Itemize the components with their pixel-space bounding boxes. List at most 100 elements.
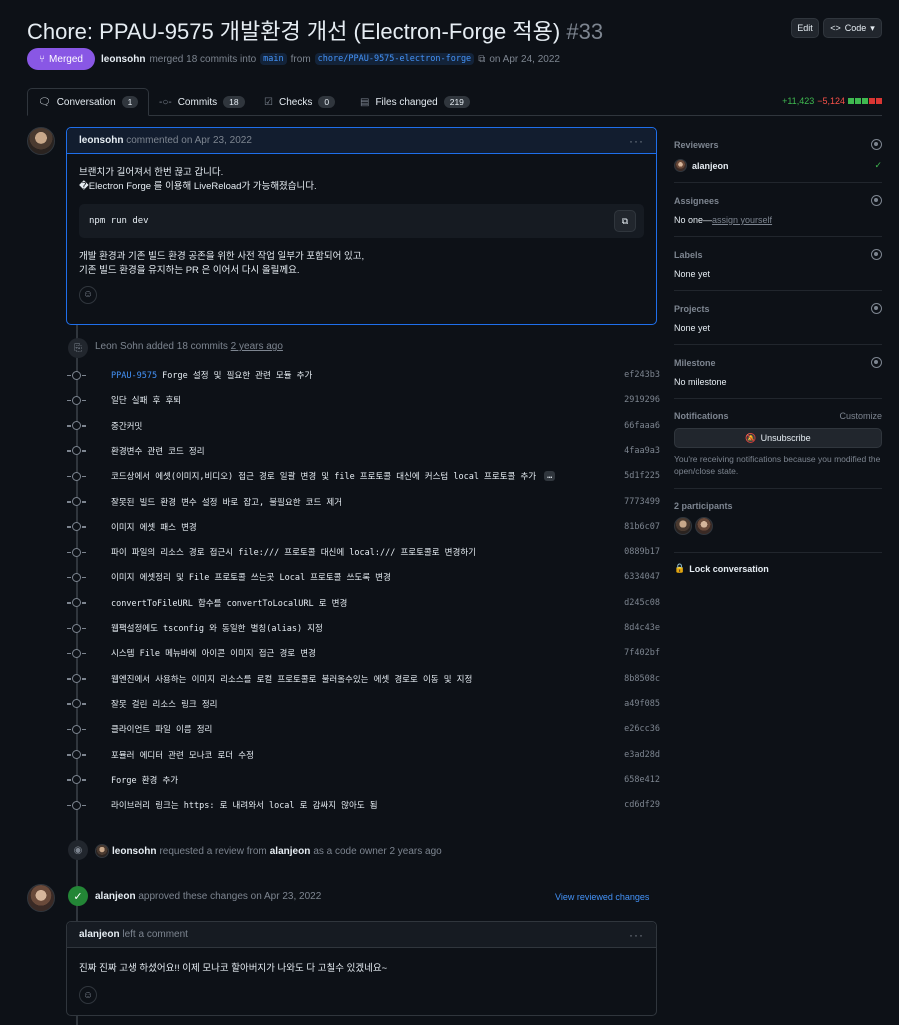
event-reviewer[interactable]: alanjeon — [270, 846, 311, 857]
avatar[interactable] — [27, 127, 55, 155]
commit-row[interactable]: PPAU-9575 Forge 설정 및 필요한 관련 모듈 추가 ef243b3 — [67, 365, 660, 385]
merge-summary: leonsohn merged 18 commits into main fro… — [101, 53, 560, 65]
expand-ellipsis-button[interactable]: … — [544, 471, 556, 482]
tab-checks[interactable]: ☑ Checks 0 — [264, 88, 336, 116]
commit-row[interactable]: Forge 환경 추가 658e412 — [67, 770, 660, 790]
commit-sha[interactable]: 7f402bf — [624, 648, 660, 658]
commit-message[interactable]: 이미지 에셋 패스 변경 — [111, 521, 197, 533]
pr-title: Chore: PPAU-9575 개발환경 개선 (Electron-Forge… — [27, 19, 561, 44]
commit-message[interactable]: 잘못된 빌드 환경 변수 설정 바로 잡고, 불필요한 코드 제거 — [111, 496, 342, 508]
base-branch[interactable]: main — [260, 53, 287, 65]
avatar[interactable] — [95, 844, 109, 858]
view-reviewed-changes-link[interactable]: View reviewed changes — [555, 892, 649, 902]
head-branch[interactable]: chore/PPAU-9575-electron-forge — [314, 53, 475, 65]
commit-row[interactable]: 웹엔진에서 사용하는 이미지 리소스를 로컬 프로토콜로 불러올수있는 에셋 경… — [67, 669, 660, 689]
commit-sha[interactable]: 8d4c43e — [624, 623, 660, 633]
comment-author[interactable]: alanjeon — [79, 929, 120, 940]
commit-row[interactable]: 파이 파일의 리소스 경로 접근시 file:/// 프로토콜 대신에 loca… — [67, 542, 660, 562]
commit-message[interactable]: 이미지 에셋정리 및 File 프로토콜 쓰는곳 Local 프로토콜 쓰도록 … — [111, 571, 391, 583]
commit-row[interactable]: 포뮬러 에디터 관련 모나코 로더 수정 e3ad28d — [67, 745, 660, 765]
commit-message[interactable]: Forge 환경 추가 — [111, 774, 178, 786]
avatar[interactable] — [674, 159, 687, 172]
commit-row[interactable]: 환경변수 관련 코드 정리 4faa9a3 — [67, 441, 660, 461]
commit-message[interactable]: 잘못 걸린 리소스 링크 정리 — [111, 698, 218, 710]
tab-commits[interactable]: -○- Commits 18 — [159, 88, 245, 116]
more-options-icon[interactable]: ··· — [629, 134, 644, 148]
commit-sha[interactable]: ef243b3 — [624, 370, 660, 380]
commit-message-text: 웹팩설정에도 tsconfig 와 동일한 별칭(alias) 지정 — [111, 624, 323, 634]
gear-icon[interactable] — [871, 357, 882, 368]
avatar[interactable] — [674, 517, 692, 535]
commit-row[interactable]: 라이브러리 링크는 https: 로 내려와서 local 로 감싸지 않아도 … — [67, 795, 660, 815]
commit-row[interactable]: 잘못 걸린 리소스 링크 정리 a49f085 — [67, 694, 660, 714]
commit-message[interactable]: 중간커밋 — [111, 420, 142, 432]
comment-author[interactable]: leonsohn — [79, 135, 123, 146]
commit-row[interactable]: 일단 실패 후 후퇴 2919296 — [67, 390, 660, 410]
commit-sha[interactable]: 658e412 — [624, 775, 660, 785]
commit-message[interactable]: 일단 실패 후 후퇴 — [111, 394, 181, 406]
gear-icon[interactable] — [871, 139, 882, 150]
assign-yourself-link[interactable]: assign yourself — [712, 215, 772, 225]
more-options-icon[interactable]: ··· — [629, 928, 644, 942]
reviewer-name[interactable]: alanjeon — [692, 161, 729, 171]
commit-sha[interactable]: 8b8508c — [624, 674, 660, 684]
commit-row[interactable]: 중간커밋 66faaa6 — [67, 416, 660, 436]
edit-button[interactable]: Edit — [791, 18, 819, 38]
commit-sha[interactable]: 66faaa6 — [624, 421, 660, 431]
gear-icon[interactable] — [871, 249, 882, 260]
code-button[interactable]: <> Code ▾ — [823, 18, 882, 38]
avatar[interactable] — [695, 517, 713, 535]
commit-message[interactable]: 웹팩설정에도 tsconfig 와 동일한 별칭(alias) 지정 — [111, 622, 323, 634]
commit-row[interactable]: 웹팩설정에도 tsconfig 와 동일한 별칭(alias) 지정 8d4c43… — [67, 618, 660, 638]
comment-meta: commented on Apr 23, 2022 — [126, 135, 252, 146]
commit-message[interactable]: 클라이언트 파일 이름 정리 — [111, 723, 212, 735]
commit-row[interactable]: 잘못된 빌드 환경 변수 설정 바로 잡고, 불필요한 코드 제거 7773499 — [67, 492, 660, 512]
commit-message[interactable]: 라이브러리 링크는 https: 로 내려와서 local 로 감싸지 않아도 … — [111, 799, 378, 811]
event-actor[interactable]: leonsohn — [112, 846, 156, 857]
commit-sha[interactable]: 5d1f225 — [624, 471, 660, 481]
add-reaction-icon[interactable]: ☺ — [79, 286, 97, 304]
copy-icon[interactable]: ⧉ — [478, 54, 485, 65]
commit-message[interactable]: 시스템 File 메뉴바에 아이콘 이미지 접근 경로 변경 — [111, 647, 316, 659]
unsubscribe-button[interactable]: 🔕 Unsubscribe — [674, 428, 882, 448]
add-reaction-icon[interactable]: ☺ — [79, 986, 97, 1004]
commit-sha[interactable]: cd6df29 — [624, 800, 660, 810]
commit-message[interactable]: 코드상에서 에셋(이미지,비디오) 접근 경로 일괄 변경 및 file 프로토… — [111, 470, 536, 482]
commit-sha[interactable]: e3ad28d — [624, 750, 660, 760]
commit-row[interactable]: 시스템 File 메뉴바에 아이콘 이미지 접근 경로 변경 7f402bf — [67, 643, 660, 663]
tab-conversation[interactable]: 🗨 Conversation 1 — [27, 88, 150, 116]
event-actor[interactable]: alanjeon — [95, 891, 136, 902]
tab-files-changed[interactable]: ▤ Files changed 219 — [360, 88, 470, 116]
commit-sha[interactable]: 81b6c07 — [624, 522, 660, 532]
copy-code-button[interactable]: ⧉ — [614, 210, 636, 232]
gear-icon[interactable] — [871, 303, 882, 314]
commit-sha[interactable]: 4faa9a3 — [624, 446, 660, 456]
commit-sha[interactable]: a49f085 — [624, 699, 660, 709]
commit-message[interactable]: 포뮬러 에디터 관련 모나코 로더 수정 — [111, 749, 254, 761]
commit-row[interactable]: convertToFileURL 함수를 convertToLocalURL 로… — [67, 593, 660, 613]
commit-message[interactable]: PPAU-9575 Forge 설정 및 필요한 관련 모듈 추가 — [111, 369, 312, 381]
commit-row[interactable]: 이미지 에셋 패스 변경 81b6c07 — [67, 517, 660, 537]
gear-icon[interactable] — [871, 195, 882, 206]
commit-row[interactable]: 클라이언트 파일 이름 정리 e26cc36 — [67, 719, 660, 739]
deletions: −5,124 — [817, 96, 845, 106]
customize-link[interactable]: Customize — [839, 411, 882, 421]
commit-sha[interactable]: e26cc36 — [624, 724, 660, 734]
commit-row[interactable]: 이미지 에셋정리 및 File 프로토콜 쓰는곳 Local 프로토콜 쓰도록 … — [67, 567, 660, 587]
commit-message[interactable]: convertToFileURL 함수를 convertToLocalURL 로… — [111, 597, 347, 609]
commit-sha[interactable]: 7773499 — [624, 497, 660, 507]
avatar[interactable] — [27, 884, 55, 912]
commit-row[interactable]: 코드상에서 에셋(이미지,비디오) 접근 경로 일괄 변경 및 file 프로토… — [67, 466, 660, 486]
event-actor[interactable]: Leon Sohn — [95, 341, 143, 352]
author-link[interactable]: leonsohn — [101, 54, 145, 65]
commit-sha[interactable]: 0889b17 — [624, 547, 660, 557]
commit-message[interactable]: 웹엔진에서 사용하는 이미지 리소스를 로컬 프로토콜로 불러올수있는 에셋 경… — [111, 673, 472, 685]
commit-message[interactable]: 파이 파일의 리소스 경로 접근시 file:/// 프로토콜 대신에 loca… — [111, 546, 476, 558]
event-time[interactable]: 2 years ago — [231, 341, 283, 352]
commit-message[interactable]: 환경변수 관련 코드 정리 — [111, 445, 205, 457]
commit-sha[interactable]: 2919296 — [624, 395, 660, 405]
lock-conversation[interactable]: 🔒 Lock conversation — [674, 563, 769, 574]
issue-ref-link[interactable]: PPAU-9575 — [111, 371, 157, 381]
commit-sha[interactable]: 6334047 — [624, 572, 660, 582]
commit-sha[interactable]: d245c08 — [624, 598, 660, 608]
